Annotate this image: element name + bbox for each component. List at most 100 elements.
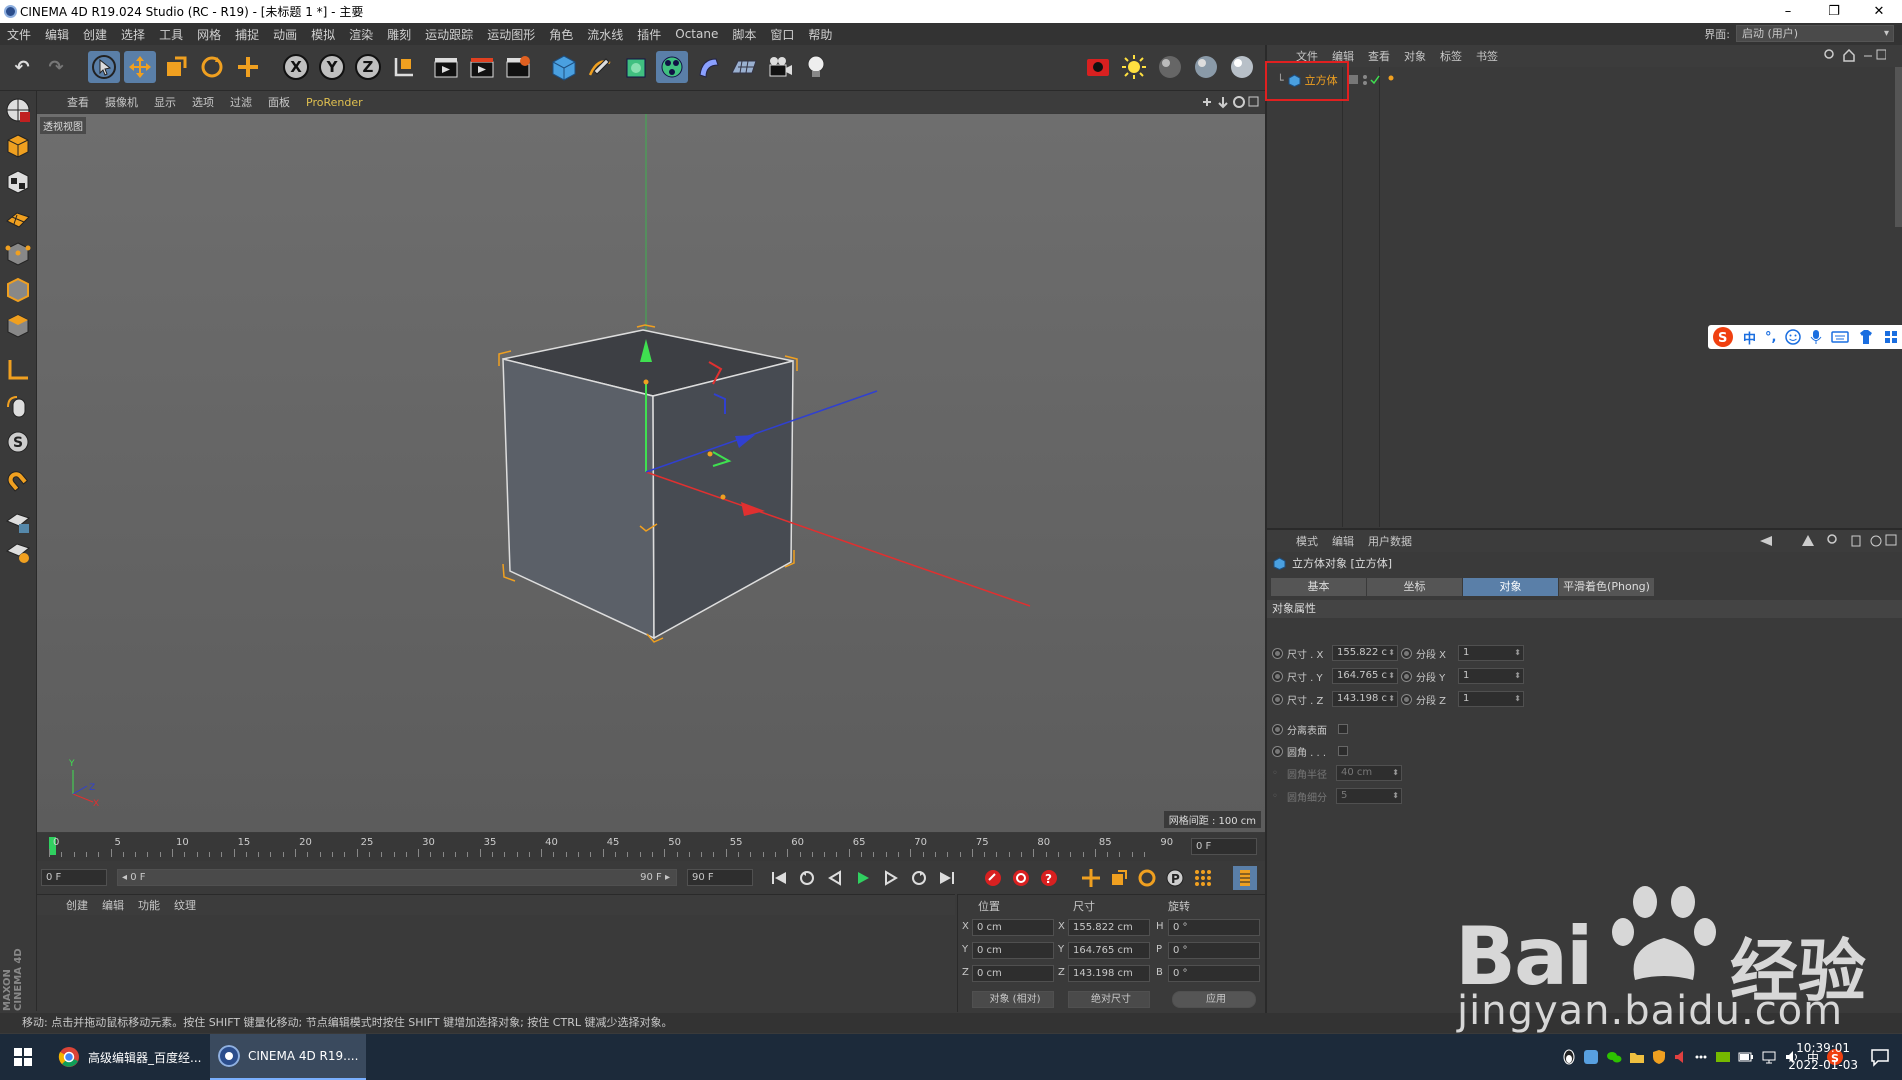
spline-pen-button[interactable] (584, 51, 616, 83)
move-tool[interactable] (124, 51, 156, 83)
om-menu-tags[interactable]: 标签 (1433, 48, 1469, 64)
menu-snap[interactable]: 捕捉 (228, 26, 266, 43)
seg-z-anim-radio[interactable] (1401, 693, 1412, 705)
am-menu-mode[interactable]: 模式 (1289, 533, 1325, 549)
workplane-axis-button[interactable] (3, 537, 33, 567)
snap-button[interactable] (3, 467, 33, 497)
start-button[interactable] (0, 1034, 46, 1080)
menu-mesh[interactable]: 网格 (190, 26, 228, 43)
am-menu-edit[interactable]: 编辑 (1325, 533, 1361, 549)
key-rotation-button[interactable] (1135, 866, 1159, 890)
texture-mode-button[interactable] (3, 167, 33, 197)
menu-motion-tracking[interactable]: 运动跟踪 (418, 26, 480, 43)
start-frame-field[interactable]: 0 F (41, 869, 107, 886)
axis-y-lock[interactable]: Y (316, 51, 348, 83)
seg-z-input[interactable]: 1 (1458, 691, 1524, 707)
size-z-input[interactable]: 143.198 c (1332, 691, 1398, 707)
vp-menu-filter[interactable]: 过滤 (222, 94, 260, 110)
notification-icon[interactable] (1870, 1047, 1890, 1067)
menu-character[interactable]: 角色 (542, 26, 580, 43)
separate-surfaces-checkbox[interactable] (1338, 724, 1348, 734)
coord-size-mode-select[interactable]: 绝对尺寸 (1068, 991, 1150, 1008)
go-to-end-button[interactable] (935, 866, 959, 890)
mat-menu-function[interactable]: 功能 (131, 897, 167, 913)
separate-anim-radio[interactable] (1272, 723, 1283, 735)
seg-x-anim-radio[interactable] (1401, 647, 1412, 659)
menu-create[interactable]: 创建 (76, 26, 114, 43)
keyboard-icon[interactable] (1831, 330, 1850, 344)
close-button[interactable]: ✕ (1856, 0, 1902, 23)
size-y-anim-radio[interactable] (1272, 670, 1283, 682)
menu-edit[interactable]: 编辑 (38, 26, 76, 43)
render-to-picture-viewer-button[interactable] (466, 51, 498, 83)
points-mode-button[interactable] (3, 239, 33, 269)
shield-icon[interactable] (1652, 1049, 1666, 1065)
menu-render[interactable]: 渲染 (342, 26, 380, 43)
menu-mograph[interactable]: 运动图形 (480, 26, 542, 43)
render-settings-button[interactable] (502, 51, 534, 83)
render-view-button[interactable] (430, 51, 462, 83)
rotation-h-field[interactable]: 0 ° (1168, 919, 1260, 936)
sun-light-button[interactable] (1118, 51, 1150, 83)
end-frame-field[interactable]: 90 F (687, 869, 753, 886)
seg-y-input[interactable]: 1 (1458, 668, 1524, 684)
edges-mode-button[interactable] (3, 275, 33, 305)
mat-menu-texture[interactable]: 纹理 (167, 897, 203, 913)
material-sphere-button[interactable] (1154, 51, 1186, 83)
ime-punct-label[interactable]: °, (1765, 330, 1776, 345)
object-row-flags[interactable] (1349, 73, 1409, 87)
om-nav-icons[interactable] (1824, 49, 1886, 63)
ime-lang-label[interactable]: 中 (1743, 328, 1756, 347)
go-to-start-button[interactable] (767, 866, 791, 890)
redo-button[interactable]: ↷ (40, 51, 72, 83)
taskbar-cinema4d[interactable]: CINEMA 4D R19.... (210, 1034, 366, 1080)
prev-key-button[interactable] (795, 866, 819, 890)
coordinate-system-button[interactable] (388, 51, 420, 83)
environment-button[interactable] (1226, 51, 1258, 83)
frame-range-slider[interactable]: ◂ 0 F 90 F ▸ (117, 869, 677, 886)
camera-button[interactable] (764, 51, 796, 83)
key-parameter-button[interactable]: P (1163, 866, 1187, 890)
seg-y-anim-radio[interactable] (1401, 670, 1412, 682)
size-z-field[interactable]: 143.198 cm (1068, 965, 1150, 982)
vp-menu-view[interactable]: 查看 (59, 94, 97, 110)
tab-coord[interactable]: 坐标 (1367, 578, 1462, 596)
menu-help[interactable]: 帮助 (801, 26, 839, 43)
menu-plugins[interactable]: 插件 (630, 26, 668, 43)
nvidia-icon[interactable] (1715, 1049, 1731, 1065)
toolbox-icon[interactable] (1883, 329, 1899, 345)
floor-button[interactable] (728, 51, 760, 83)
live-selection-tool[interactable] (88, 51, 120, 83)
polygons-mode-button[interactable] (3, 311, 33, 341)
current-frame-field[interactable]: 0 F (1191, 838, 1257, 855)
enable-axis-button[interactable] (3, 355, 33, 385)
tray-dots-icon[interactable] (1694, 1049, 1708, 1065)
fillet-radius-input[interactable]: 40 cm (1336, 765, 1402, 781)
layout-select[interactable]: 启动 (用户) (1736, 25, 1894, 42)
position-z-field[interactable]: 0 cm (972, 965, 1054, 982)
folder-icon[interactable] (1629, 1049, 1645, 1065)
coord-mode-select[interactable]: 对象 (相对) (972, 991, 1054, 1008)
tweak-mode-button[interactable] (3, 391, 33, 421)
key-pla-button[interactable] (1191, 866, 1215, 890)
light-button[interactable] (800, 51, 832, 83)
rotation-p-field[interactable]: 0 ° (1168, 942, 1260, 959)
taskbar-clock[interactable]: 10:39:01 2022-01-03 (1788, 1040, 1858, 1074)
next-frame-button[interactable] (879, 866, 903, 890)
menu-octane[interactable]: Octane (668, 27, 725, 41)
ime-toolbar[interactable]: S 中 °, (1708, 325, 1902, 349)
am-menu-userdata[interactable]: 用户数据 (1361, 533, 1419, 549)
qq-penguin-icon[interactable] (1562, 1049, 1576, 1065)
om-menu-bookmarks[interactable]: 书签 (1469, 48, 1505, 64)
skin-shirt-icon[interactable] (1858, 329, 1874, 345)
om-menu-object[interactable]: 对象 (1397, 48, 1433, 64)
menu-window[interactable]: 窗口 (763, 26, 801, 43)
speaker-small-icon[interactable] (1673, 1049, 1687, 1065)
am-nav-icons[interactable] (1758, 534, 1898, 548)
tray-app-icon[interactable] (1583, 1049, 1599, 1065)
menu-sculpt[interactable]: 雕刻 (380, 26, 418, 43)
vp-menu-display[interactable]: 显示 (146, 94, 184, 110)
solo-button[interactable]: S (3, 427, 33, 457)
tab-basic[interactable]: 基本 (1271, 578, 1366, 596)
keyframe-selection-button[interactable]: ? (1037, 866, 1061, 890)
